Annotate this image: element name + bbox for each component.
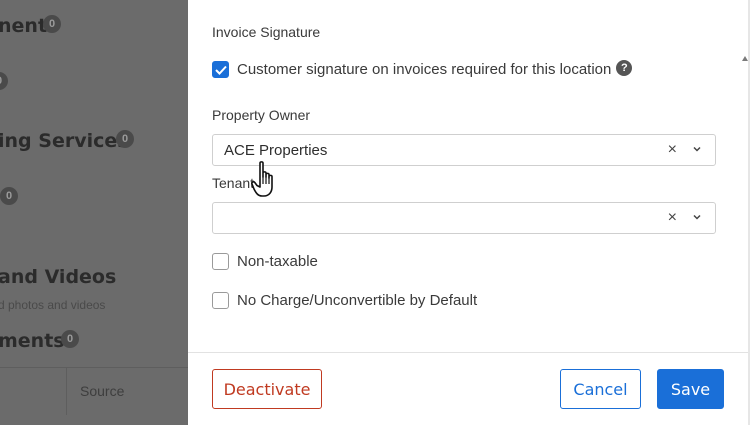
save-button[interactable]: Save: [657, 369, 724, 409]
cancel-button[interactable]: Cancel: [560, 369, 641, 409]
hand-pointer-cursor-icon: [251, 161, 273, 197]
bg-count-badge: 0: [0, 72, 8, 90]
property-owner-select[interactable]: ACE Properties ×: [212, 134, 716, 166]
bg-count-badge: 0: [116, 130, 134, 148]
bg-count-badge: 0: [43, 15, 61, 33]
clear-icon[interactable]: ×: [668, 209, 677, 227]
property-owner-value: ACE Properties: [224, 142, 328, 159]
no-charge-label: No Charge/Unconvertible by Default: [237, 292, 478, 309]
bg-section-heading: ing Services: [0, 130, 129, 152]
bg-table-divider: [66, 367, 67, 415]
bg-count-badge: 0: [0, 187, 18, 205]
clear-icon[interactable]: ×: [668, 141, 677, 159]
non-taxable-checkbox[interactable]: [212, 253, 229, 270]
bg-table-column-source: Source: [80, 383, 125, 399]
customer-signature-checkbox[interactable]: [212, 61, 229, 78]
property-owner-label: Property Owner: [212, 107, 311, 123]
tenant-select[interactable]: ×: [212, 202, 716, 234]
help-icon[interactable]: ?: [616, 59, 633, 76]
no-charge-checkbox[interactable]: [212, 292, 229, 309]
bg-count-badge: 0: [61, 330, 79, 348]
footer-divider: [188, 352, 748, 353]
customer-signature-label: Customer signature on invoices required …: [237, 61, 612, 78]
tenant-label: Tenant: [212, 175, 255, 191]
bg-section-heading: ments: [0, 330, 65, 352]
bg-section-heading: nent: [0, 15, 48, 37]
chevron-down-icon[interactable]: [691, 143, 703, 155]
chevron-down-icon[interactable]: [691, 211, 703, 223]
checkmark-icon: [214, 65, 227, 75]
bg-section-heading: and Videos: [0, 266, 117, 288]
no-charge-row: No Charge/Unconvertible by Default: [212, 292, 477, 309]
scroll-up-arrow-icon[interactable]: [742, 56, 748, 61]
customer-signature-row: Customer signature on invoices required …: [212, 59, 633, 78]
non-taxable-label: Non-taxable: [237, 253, 318, 270]
non-taxable-row: Non-taxable: [212, 253, 318, 270]
invoice-signature-label: Invoice Signature: [212, 24, 321, 40]
bg-subtext: d photos and videos: [0, 298, 106, 312]
deactivate-button[interactable]: Deactivate: [212, 369, 322, 409]
